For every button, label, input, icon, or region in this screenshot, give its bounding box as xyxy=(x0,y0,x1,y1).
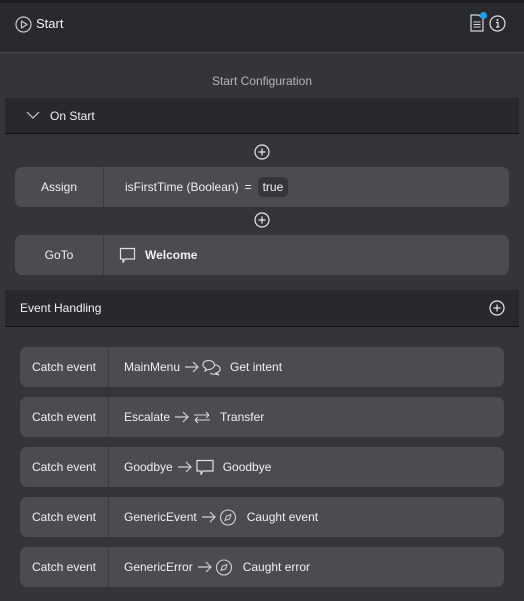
add-event-icon[interactable] xyxy=(489,300,505,316)
catch-event-row[interactable]: Catch event GenericError Caught error xyxy=(20,547,504,587)
compass-icon xyxy=(215,558,232,576)
event-target: Goodbye xyxy=(222,460,272,474)
page-title: Start xyxy=(36,16,64,31)
event-name: MainMenu xyxy=(124,360,181,374)
event-target: Caught error xyxy=(242,560,311,574)
assign-operator: = xyxy=(244,180,252,194)
goto-target: Welcome xyxy=(104,247,197,264)
compass-icon xyxy=(219,508,236,526)
event-name: Goodbye xyxy=(124,460,173,474)
on-start-section-header[interactable]: On Start xyxy=(5,98,519,134)
add-step-icon[interactable] xyxy=(254,212,270,228)
info-icon[interactable] xyxy=(489,15,506,32)
event-mapping: GenericEvent Caught event xyxy=(109,508,319,526)
on-start-label: On Start xyxy=(50,109,95,123)
notification-dot xyxy=(480,12,487,19)
goto-step[interactable]: GoTo Welcome xyxy=(15,235,509,275)
event-handling-label: Event Handling xyxy=(20,301,102,315)
catch-event-row[interactable]: Catch event Goodbye Goodbye xyxy=(20,447,504,487)
event-target: Get intent xyxy=(230,360,283,374)
chevron-down-icon[interactable] xyxy=(26,110,40,120)
event-name: GenericError xyxy=(124,560,193,574)
step-type-label: Catch event xyxy=(20,447,109,487)
assign-value: true xyxy=(257,177,289,197)
chat-bubbles-icon xyxy=(202,359,221,376)
catch-event-row[interactable]: Catch event Escalate Transfer xyxy=(20,397,504,437)
header-bar: Start xyxy=(0,3,524,53)
step-type-label: GoTo xyxy=(15,235,104,275)
event-mapping: Goodbye Goodbye xyxy=(109,459,271,476)
step-type-label: Catch event xyxy=(20,497,109,537)
config-title: Start Configuration xyxy=(211,74,313,88)
event-target: Caught event xyxy=(246,510,319,524)
event-name: Escalate xyxy=(124,410,171,424)
event-target: Transfer xyxy=(220,410,265,424)
goto-target-label: Welcome xyxy=(145,248,198,262)
assign-variable: isFirstTime (Boolean) xyxy=(125,180,239,194)
play-circle-icon xyxy=(15,16,32,33)
event-mapping: GenericError Caught error xyxy=(109,558,311,576)
event-handling-section-header: Event Handling xyxy=(5,290,519,327)
arrow-right-icon xyxy=(177,461,192,473)
arrow-right-icon xyxy=(201,511,216,523)
message-icon xyxy=(196,459,214,475)
step-type-label: Catch event xyxy=(20,547,109,587)
event-name: GenericEvent xyxy=(124,510,197,524)
message-icon xyxy=(119,247,136,263)
catch-event-row[interactable]: Catch event MainMenu Get intent xyxy=(20,347,504,387)
transfer-icon xyxy=(194,411,211,423)
event-mapping: MainMenu Get intent xyxy=(109,359,282,376)
assign-step[interactable]: Assign isFirstTime (Boolean) = true xyxy=(15,167,509,207)
catch-event-row[interactable]: Catch event GenericEvent Caught event xyxy=(20,497,504,537)
assign-expression: isFirstTime (Boolean) = true xyxy=(104,177,289,197)
step-type-label: Catch event xyxy=(20,397,109,437)
add-step-icon[interactable] xyxy=(254,144,270,160)
event-mapping: Escalate Transfer xyxy=(109,409,264,426)
step-type-label: Assign xyxy=(15,167,104,207)
arrow-right-icon xyxy=(175,411,189,423)
step-type-label: Catch event xyxy=(20,347,109,387)
arrow-right-icon xyxy=(197,561,212,573)
arrow-right-icon xyxy=(185,361,199,373)
